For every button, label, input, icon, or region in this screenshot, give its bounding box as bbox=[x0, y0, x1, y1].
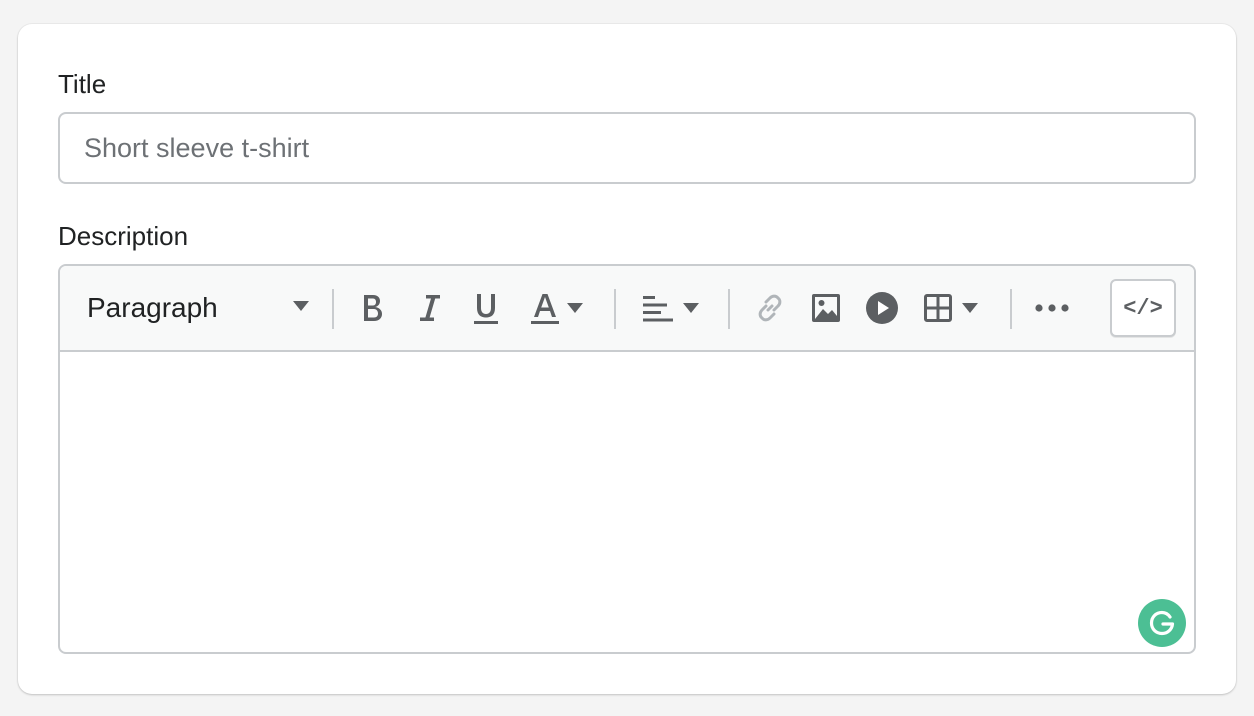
table-button[interactable] bbox=[918, 266, 984, 350]
description-editor-body[interactable] bbox=[60, 352, 1194, 652]
align-left-icon bbox=[643, 296, 673, 322]
description-editor: Paragraph </> bbox=[58, 264, 1196, 654]
toolbar-divider bbox=[728, 289, 730, 329]
underline-button[interactable] bbox=[466, 266, 506, 350]
editor-toolbar: Paragraph </> bbox=[60, 266, 1194, 352]
chevron-down-icon bbox=[293, 301, 309, 311]
more-button[interactable] bbox=[1032, 266, 1072, 350]
bold-icon bbox=[364, 295, 382, 321]
link-button[interactable] bbox=[750, 266, 790, 350]
format-select[interactable]: Paragraph bbox=[87, 266, 309, 350]
link-icon bbox=[758, 294, 782, 322]
chevron-down-icon bbox=[683, 303, 699, 313]
text-color-icon bbox=[531, 294, 559, 324]
image-icon bbox=[812, 294, 840, 322]
grammarly-icon[interactable] bbox=[1138, 599, 1186, 647]
description-label: Description bbox=[58, 221, 189, 251]
chevron-down-icon bbox=[962, 303, 978, 313]
more-horizontal-icon bbox=[1035, 304, 1069, 312]
align-button[interactable] bbox=[638, 266, 704, 350]
chevron-down-icon bbox=[567, 303, 583, 313]
toolbar-divider bbox=[614, 289, 616, 329]
code-icon: </> bbox=[1123, 295, 1163, 321]
underline-icon bbox=[474, 294, 498, 324]
toolbar-divider bbox=[1010, 289, 1012, 329]
product-card: Title Description Paragraph bbox=[18, 24, 1236, 694]
text-color-button[interactable] bbox=[524, 266, 590, 350]
title-input[interactable] bbox=[58, 112, 1196, 184]
italic-button[interactable] bbox=[410, 266, 450, 350]
italic-icon bbox=[420, 295, 440, 321]
show-html-button[interactable]: </> bbox=[1110, 279, 1176, 337]
video-button[interactable] bbox=[862, 266, 902, 350]
grammarly-g-icon bbox=[1149, 610, 1175, 636]
play-circle-icon bbox=[866, 292, 898, 324]
format-select-value: Paragraph bbox=[87, 292, 218, 323]
table-icon bbox=[924, 294, 952, 322]
image-button[interactable] bbox=[806, 266, 846, 350]
bold-button[interactable] bbox=[352, 266, 392, 350]
toolbar-divider bbox=[332, 289, 334, 329]
title-label: Title bbox=[58, 69, 107, 99]
